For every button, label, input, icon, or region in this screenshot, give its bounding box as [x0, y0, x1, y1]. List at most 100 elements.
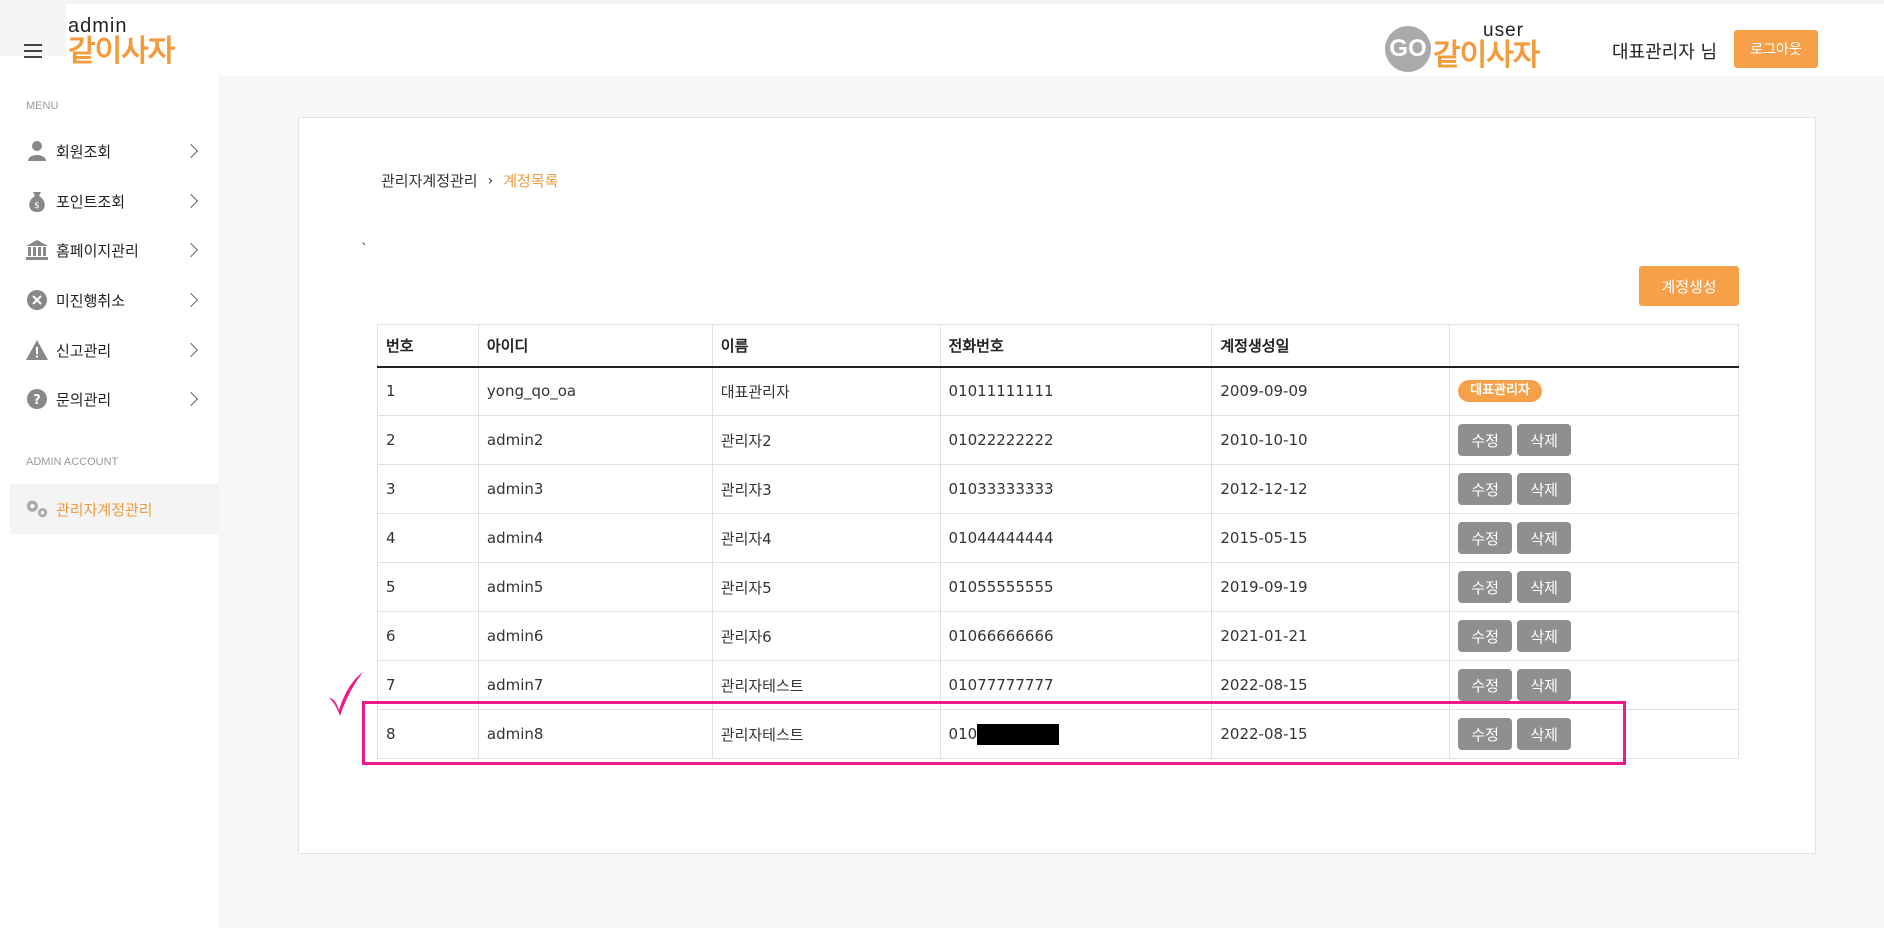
sidebar-item-label: 신고관리	[56, 341, 112, 360]
create-account-button[interactable]: 계정생성	[1639, 266, 1739, 306]
sidebar-item-admin-accounts[interactable]: 관리자계정관리	[10, 484, 218, 534]
header-created: 계정생성일	[1211, 324, 1451, 368]
bank-icon	[24, 238, 50, 262]
cell-phone: 01044444444	[939, 513, 1213, 563]
cell-name: 관리자테스트	[711, 660, 941, 710]
delete-button[interactable]: 삭제	[1517, 522, 1572, 554]
admin-logo-small: admin	[68, 15, 128, 37]
cell-name: 대표관리자	[711, 366, 941, 416]
warning-icon	[24, 338, 50, 362]
delete-button[interactable]: 삭제	[1517, 571, 1572, 603]
logout-button[interactable]: 로그아웃	[1734, 30, 1818, 68]
header-actions	[1449, 324, 1739, 368]
cell-name: 관리자4	[711, 513, 941, 563]
cell-actions: 수정 삭제	[1449, 415, 1739, 465]
edit-button[interactable]: 수정	[1458, 473, 1513, 505]
chevron-right-icon	[183, 292, 199, 308]
cell-name: 관리자5	[711, 562, 941, 612]
delete-button[interactable]: 삭제	[1517, 620, 1572, 652]
cell-date: 2021-01-21	[1211, 611, 1451, 661]
cell-date: 2022-08-15	[1211, 709, 1451, 759]
hamburger-menu-icon[interactable]	[24, 44, 42, 58]
svg-text:$: $	[34, 201, 40, 211]
sidebar-item-members[interactable]: 회원조회	[10, 128, 218, 174]
table-row: 1 yong_qo_oa 대표관리자 01011111111 2009-09-0…	[377, 366, 1739, 416]
super-admin-badge: 대표관리자	[1458, 380, 1542, 403]
close-circle-icon	[24, 288, 50, 312]
cell-date: 2015-05-15	[1211, 513, 1451, 563]
header-name: 이름	[711, 324, 941, 368]
delete-button[interactable]: 삭제	[1517, 718, 1572, 750]
admin-logo[interactable]: admin 같이사자	[68, 15, 175, 69]
cell-id: yong_qo_oa	[477, 366, 713, 416]
sidebar-item-label: 홈페이지관리	[56, 241, 139, 260]
sidebar-item-label: 미진행취소	[56, 291, 126, 310]
cell-no: 7	[377, 660, 479, 710]
table-row: 7 admin7 관리자테스트 01077777777 2022-08-15 수…	[377, 660, 1739, 710]
cell-name: 관리자테스트	[711, 709, 941, 759]
sidebar-item-label: 회원조회	[56, 142, 112, 161]
cell-actions: 수정 삭제	[1449, 709, 1739, 759]
cell-date: 2022-08-15	[1211, 660, 1451, 710]
cell-date: 2009-09-09	[1211, 366, 1451, 416]
cell-no: 4	[377, 513, 479, 563]
top-header: admin 같이사자 GO user 같이사자 대표관리자 님 로그아웃	[0, 0, 1884, 76]
question-icon: ?	[24, 387, 50, 411]
menu-section-title: MENU	[26, 100, 59, 112]
breadcrumb-current: 계정목록	[503, 172, 559, 190]
redaction-block	[977, 723, 1060, 745]
cell-name: 관리자6	[711, 611, 941, 661]
cell-actions: 수정 삭제	[1449, 562, 1739, 612]
sidebar-item-homepage[interactable]: 홈페이지관리	[10, 227, 218, 273]
cell-phone: 010	[939, 709, 1213, 759]
sidebar-item-points[interactable]: $ 포인트조회	[10, 178, 218, 224]
delete-button[interactable]: 삭제	[1517, 669, 1572, 701]
user-logo-big: 같이사자	[1433, 38, 1540, 73]
breadcrumb-parent[interactable]: 관리자계정관리	[381, 170, 478, 191]
chevron-right-icon	[183, 193, 199, 209]
user-site-logo[interactable]: GO user 같이사자	[1385, 21, 1540, 73]
header-strip	[0, 0, 1884, 4]
cell-phone: 01011111111	[939, 366, 1213, 416]
table-row: 8 admin8 관리자테스트 010 2022-08-15 수정 삭제	[377, 709, 1739, 759]
cell-phone: 01033333333	[939, 464, 1213, 514]
sidebar-item-label: 포인트조회	[56, 192, 126, 211]
stray-mark: `	[361, 242, 368, 258]
edit-button[interactable]: 수정	[1458, 620, 1513, 652]
cell-no: 6	[377, 611, 479, 661]
cell-id: admin3	[477, 464, 713, 514]
cell-no: 3	[377, 464, 479, 514]
edit-button[interactable]: 수정	[1458, 424, 1513, 456]
cell-actions: 대표관리자	[1449, 366, 1739, 416]
user-icon	[24, 139, 50, 163]
sidebar-item-cancel[interactable]: 미진행취소	[10, 277, 218, 323]
cell-name: 관리자3	[711, 464, 941, 514]
footer-area	[218, 878, 1884, 928]
chevron-right-icon	[183, 342, 199, 358]
admin-logo-big: 같이사자	[68, 34, 175, 69]
cell-actions: 수정 삭제	[1449, 513, 1739, 563]
delete-button[interactable]: 삭제	[1517, 424, 1572, 456]
edit-button[interactable]: 수정	[1458, 718, 1513, 750]
header-phone: 전화번호	[939, 324, 1213, 368]
go-circle-icon: GO	[1385, 26, 1431, 72]
table-row: 4 admin4 관리자4 01044444444 2015-05-15 수정 삭…	[377, 513, 1739, 563]
edit-button[interactable]: 수정	[1458, 571, 1513, 603]
sidebar-item-label: 관리자계정관리	[56, 500, 153, 519]
cell-id: admin7	[477, 660, 713, 710]
chevron-right-icon	[183, 391, 199, 407]
checkmark-icon	[329, 672, 363, 716]
cell-id: admin6	[477, 611, 713, 661]
chevron-right-icon	[183, 143, 199, 159]
table-header-row: 번호 아이디 이름 전화번호 계정생성일	[377, 324, 1739, 368]
table-row: 2 admin2 관리자2 01022222222 2010-10-10 수정 삭…	[377, 415, 1739, 465]
cell-phone: 01066666666	[939, 611, 1213, 661]
sidebar-item-reports[interactable]: 신고관리	[10, 327, 218, 373]
delete-button[interactable]: 삭제	[1517, 473, 1572, 505]
edit-button[interactable]: 수정	[1458, 522, 1513, 554]
cell-no: 8	[377, 709, 479, 759]
edit-button[interactable]: 수정	[1458, 669, 1513, 701]
sidebar-item-inquiries[interactable]: ? 문의관리	[10, 376, 218, 422]
cell-actions: 수정 삭제	[1449, 660, 1739, 710]
cell-actions: 수정 삭제	[1449, 464, 1739, 514]
